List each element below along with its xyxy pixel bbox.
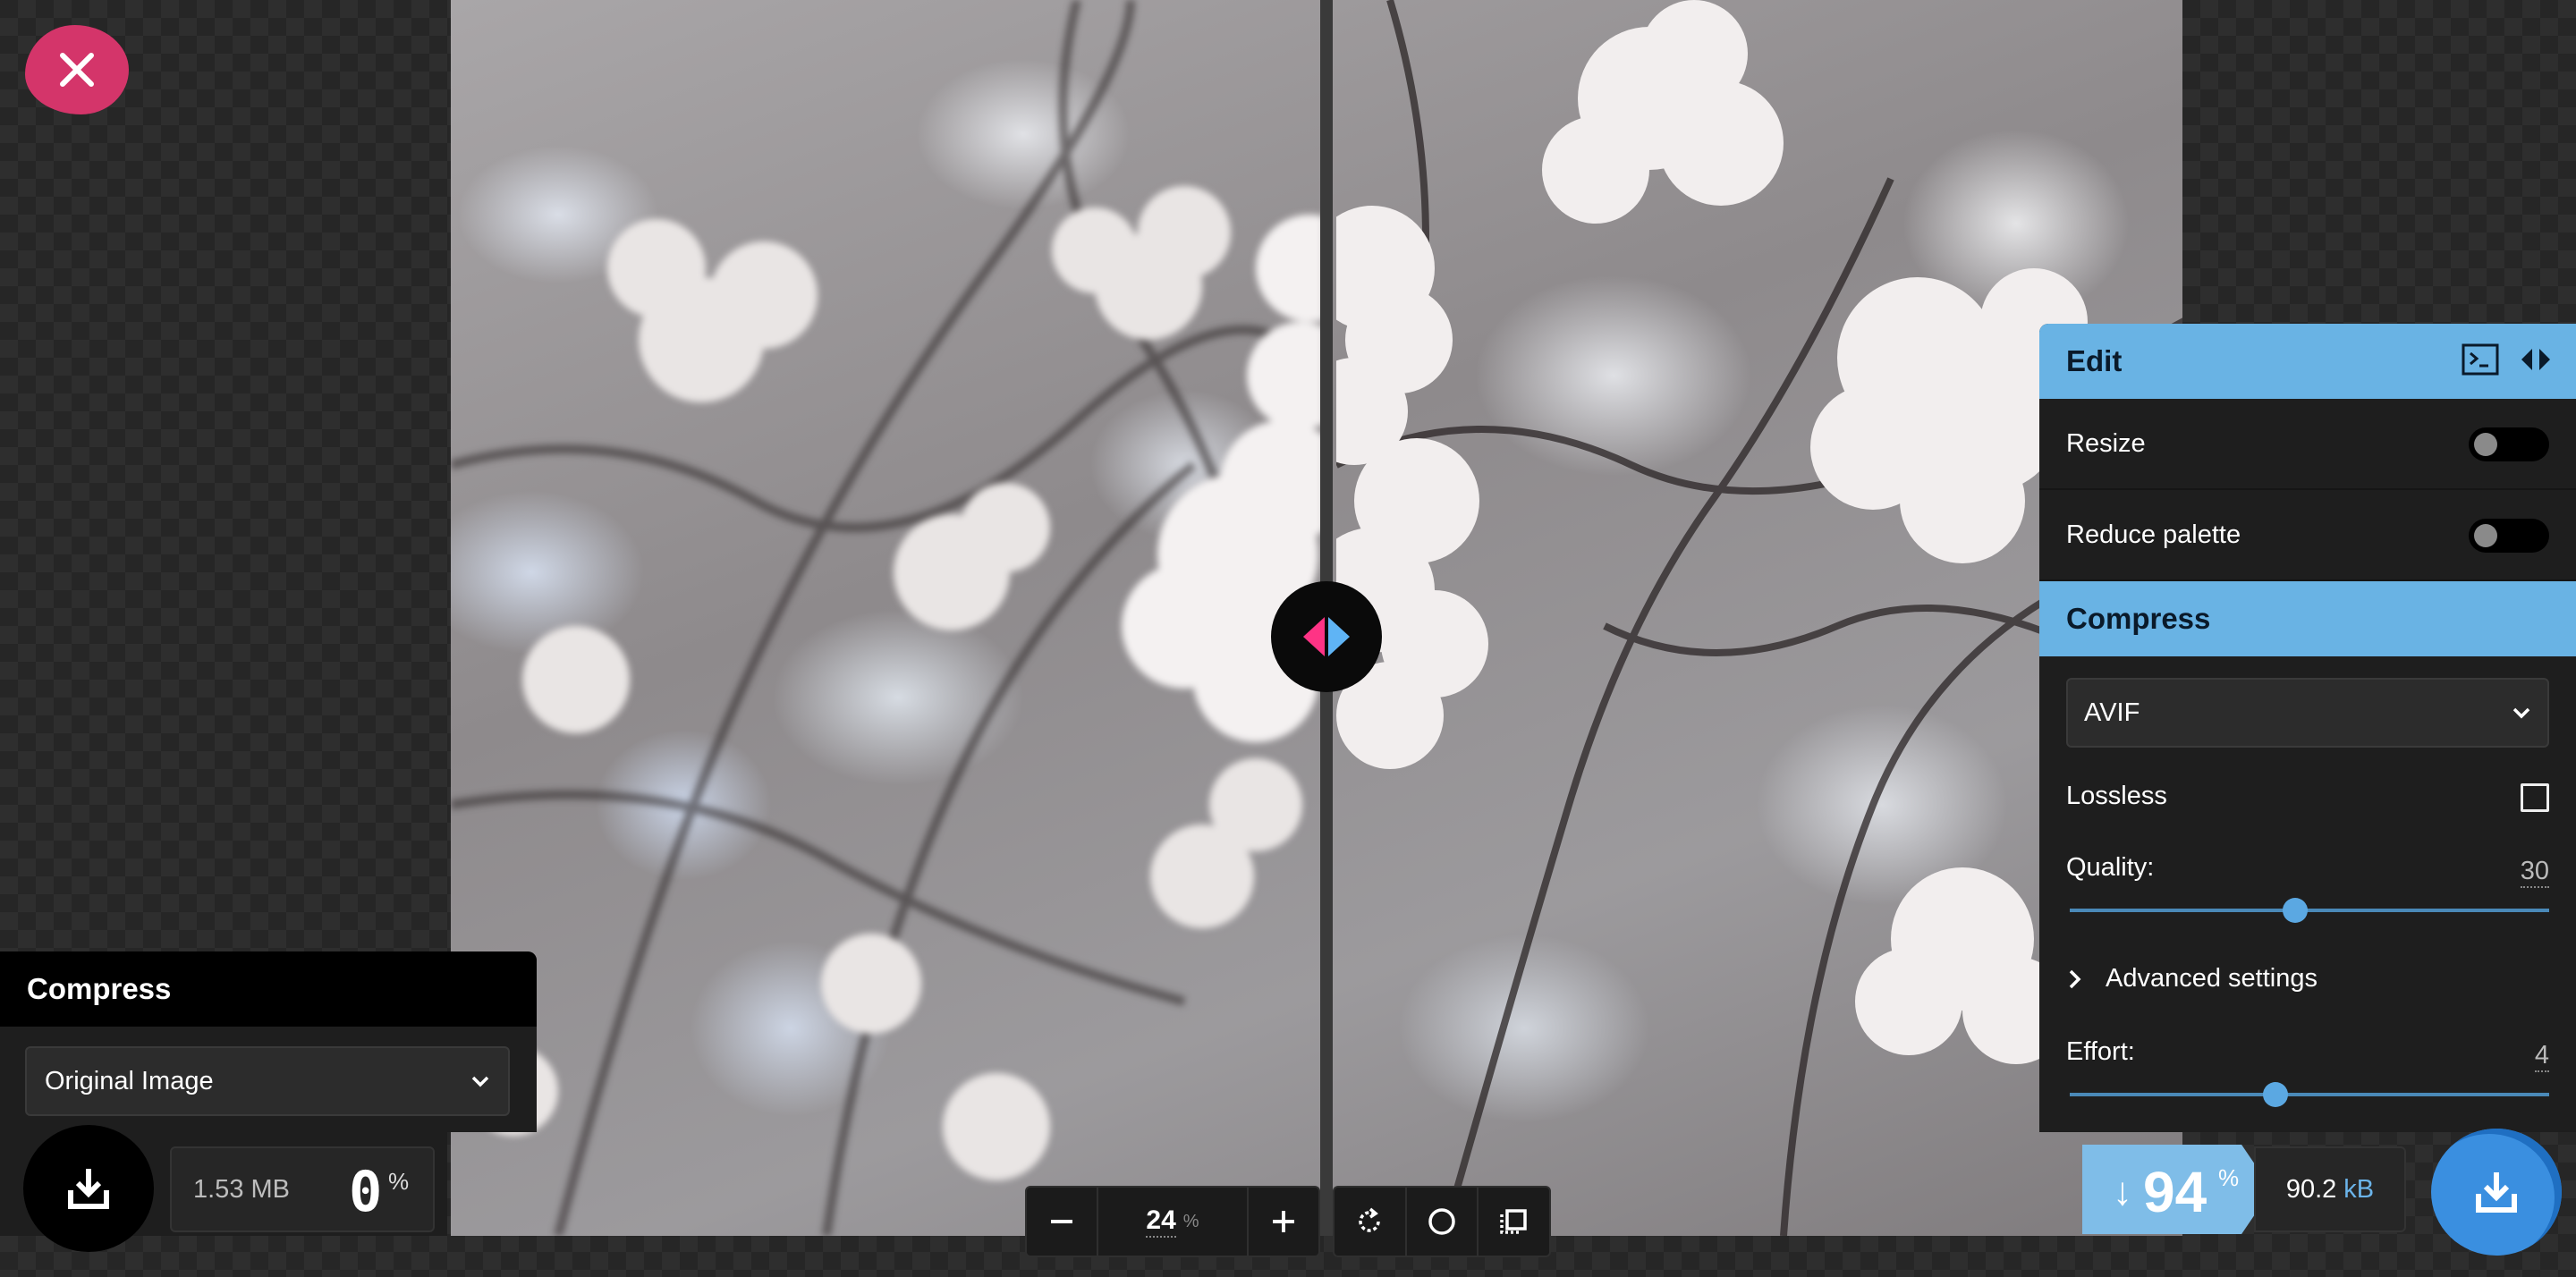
edit-header: Edit <box>2039 324 2576 399</box>
left-format-select[interactable]: Original Image <box>25 1046 510 1116</box>
minus-icon <box>1051 1220 1072 1223</box>
download-original-button[interactable] <box>23 1125 154 1252</box>
savings-percent: 94 <box>2143 1160 2207 1224</box>
expand-arrows-icon[interactable] <box>2517 343 2555 376</box>
background-toggle-button[interactable] <box>1407 1188 1479 1256</box>
download-icon <box>2476 1172 2517 1213</box>
effort-label: Effort: <box>2066 1037 2135 1066</box>
zoom-in-button[interactable] <box>1249 1188 1318 1256</box>
quality-label: Quality: <box>2066 853 2155 882</box>
resize-row: Resize <box>2039 399 2576 490</box>
plus-icon <box>1273 1211 1294 1232</box>
compress-header: Compress <box>2039 581 2576 656</box>
close-icon <box>60 53 94 87</box>
left-panel-title: Compress <box>27 972 172 1005</box>
effort-slider[interactable] <box>2070 1082 2549 1107</box>
left-format-value: Original Image <box>45 1066 214 1095</box>
compress-title: Compress <box>2066 602 2211 635</box>
crop-button[interactable] <box>1479 1188 1549 1256</box>
format-select[interactable]: AVIF <box>2066 678 2549 748</box>
zoom-out-button[interactable] <box>1027 1188 1097 1256</box>
rotate-button[interactable] <box>1335 1188 1407 1256</box>
crop-icon <box>1499 1209 1527 1234</box>
edit-title: Edit <box>2066 344 2123 377</box>
compressed-size-unit: kB <box>2343 1174 2375 1204</box>
zoom-unit: % <box>1182 1211 1199 1231</box>
original-percent-symbol: % <box>388 1168 410 1195</box>
lossless-checkbox[interactable] <box>2521 783 2549 812</box>
reduce-palette-row: Reduce palette <box>2039 490 2576 581</box>
zoom-level[interactable]: 24 % <box>1097 1188 1249 1256</box>
chevron-down-icon <box>471 1076 489 1087</box>
advanced-settings-toggle[interactable]: Advanced settings <box>2066 964 2318 994</box>
left-options-panel: Compress Original Image <box>0 951 537 1132</box>
original-file-size: 1.53 MB <box>193 1175 290 1204</box>
quality-value[interactable]: 30 <box>2520 857 2549 888</box>
zoom-toolbar: 24 % <box>1025 1186 1320 1257</box>
arrow-left-icon <box>1303 617 1325 656</box>
quality-slider-thumb[interactable] <box>2282 898 2308 923</box>
original-percent: 0 <box>349 1159 383 1224</box>
effort-value[interactable]: 4 <box>2534 1041 2549 1072</box>
resize-label: Resize <box>2066 428 2146 458</box>
savings-arrow: ↓ <box>2113 1170 2132 1214</box>
chevron-right-icon <box>2069 969 2081 988</box>
zoom-value[interactable]: 24 <box>1146 1205 1176 1238</box>
advanced-settings-label: Advanced settings <box>2106 964 2318 993</box>
close-button[interactable] <box>25 25 129 114</box>
right-options-panel: Edit Resize Reduce palette Compress AVIF… <box>2039 324 2576 1132</box>
circle-icon <box>1428 1208 1455 1235</box>
savings-badge: ↓ 94 % <box>2082 1145 2272 1234</box>
image-tools-toolbar <box>1333 1186 1551 1257</box>
chevron-down-icon <box>2512 707 2530 719</box>
compressed-size-value: 90.2 <box>2285 1174 2337 1204</box>
quality-slider[interactable] <box>2070 898 2549 923</box>
effort-slider-thumb[interactable] <box>2263 1082 2289 1107</box>
download-icon <box>68 1169 109 1209</box>
terminal-icon[interactable] <box>2462 343 2499 376</box>
left-panel-header: Compress <box>0 951 537 1027</box>
resize-toggle[interactable] <box>2469 427 2549 461</box>
download-compressed-button[interactable] <box>2431 1129 2562 1256</box>
format-value: AVIF <box>2084 698 2140 727</box>
reduce-palette-toggle[interactable] <box>2469 519 2549 553</box>
reduce-palette-label: Reduce palette <box>2066 520 2241 549</box>
compressed-size-box: 90.2 kB <box>2254 1146 2406 1232</box>
original-size-box: 1.53 MB 0 % <box>170 1146 435 1232</box>
original-image-half <box>451 0 1324 1236</box>
lossless-label: Lossless <box>2066 782 2167 810</box>
rotate-icon <box>1359 1207 1381 1232</box>
arrow-right-icon <box>1328 617 1350 656</box>
savings-percent-symbol: % <box>2218 1164 2240 1191</box>
compare-slider-handle[interactable] <box>1271 581 1382 692</box>
app-root: Compress Original Image 1.53 MB 0 % 24 % <box>0 0 2576 1277</box>
